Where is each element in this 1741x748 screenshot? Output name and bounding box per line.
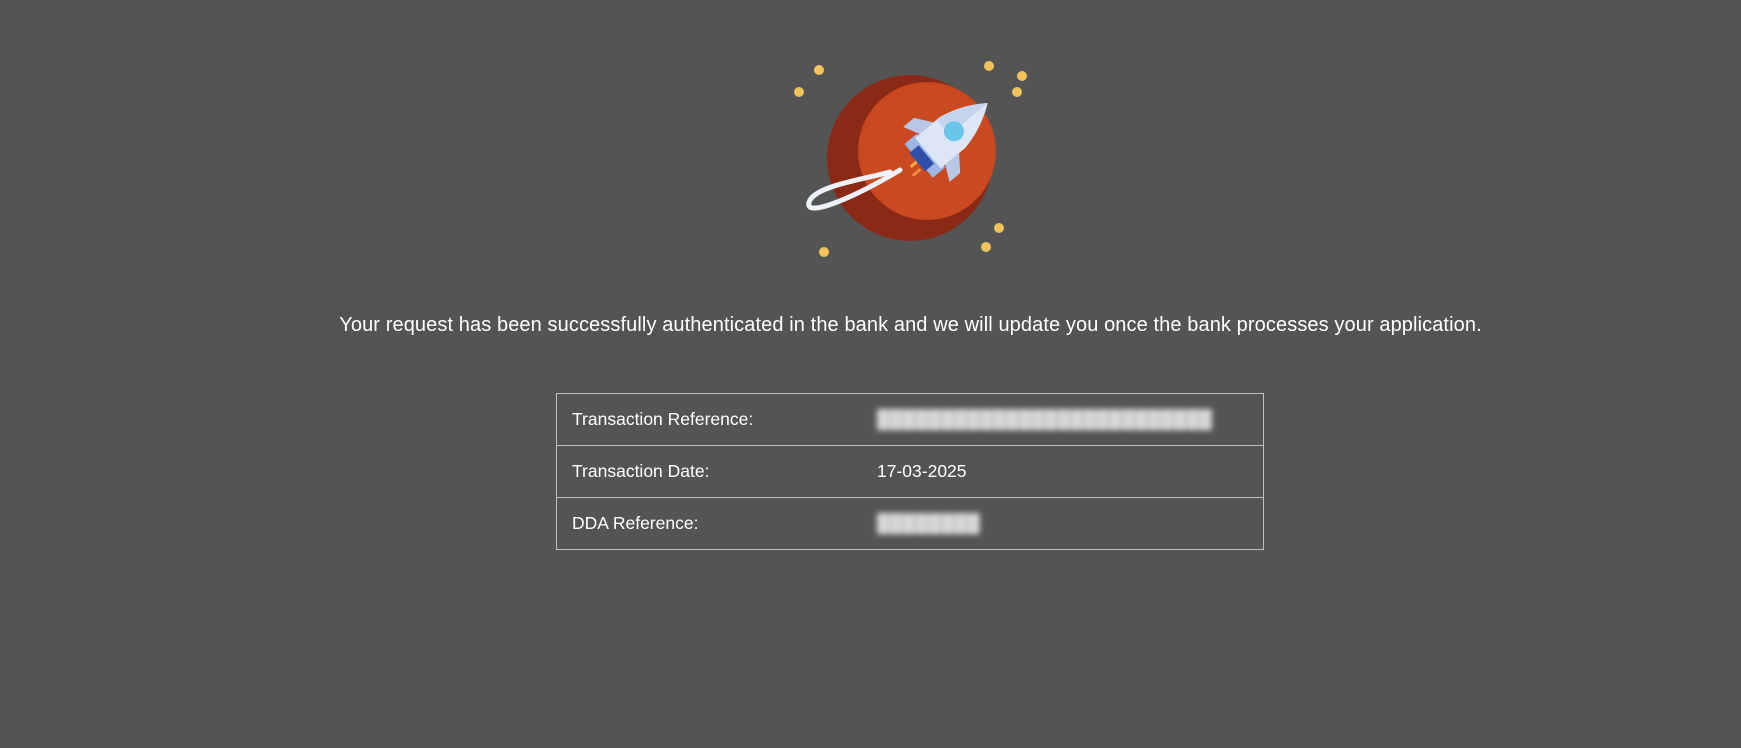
- transaction-date-value: 17-03-2025: [877, 445, 1264, 498]
- transaction-date-label: Transaction Date:: [556, 445, 877, 498]
- transaction-reference-label: Transaction Reference:: [572, 409, 754, 429]
- planet-icon: [827, 75, 996, 241]
- success-message: Your request has been successfully authe…: [339, 314, 1482, 336]
- transaction-reference-value: ██████████████████████████: [877, 394, 1264, 446]
- success-page: Your request has been successfully authe…: [0, 0, 1741, 748]
- rocket-planet-icon: [794, 61, 1027, 257]
- redacted-value: ██████████████████████████: [877, 409, 1213, 429]
- transaction-details-table: Transaction Reference: █████████████████…: [556, 393, 1264, 550]
- dda-reference-label: DDA Reference:: [556, 497, 877, 550]
- redacted-value: ████████: [877, 513, 981, 533]
- dda-reference-value: ████████: [877, 497, 1264, 550]
- table-row: Transaction Reference: █████████████████…: [557, 394, 1264, 446]
- table-row: DDA Reference: ████████: [556, 497, 1264, 550]
- table-row: Transaction Date: 17-03-2025: [556, 445, 1264, 498]
